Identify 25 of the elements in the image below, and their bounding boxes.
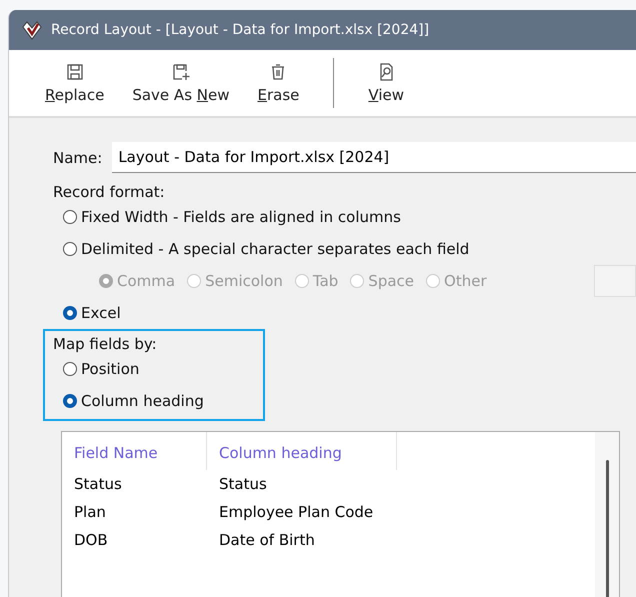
name-field[interactable]: Layout - Data for Import.xlsx [2024] bbox=[112, 142, 636, 173]
radio-button[interactable]: Column heading bbox=[63, 385, 263, 417]
floppy-plus-icon bbox=[170, 62, 191, 82]
radio-button[interactable]: Position bbox=[63, 353, 263, 385]
toolbar-button[interactable]: Erase bbox=[244, 50, 314, 116]
radio-button[interactable]: Delimited - A special character separates each field bbox=[63, 233, 636, 265]
window-title: Record Layout - [Layout - Data for Import.xlsx [2024]] bbox=[51, 22, 430, 38]
app-logo-icon bbox=[21, 19, 43, 41]
radio-button[interactable]: Excel bbox=[63, 297, 636, 329]
table-cell-text: Employee Plan Code bbox=[218, 502, 374, 523]
column-header[interactable]: Field Name bbox=[62, 432, 207, 470]
radio-button[interactable]: Fixed Width - Fields are aligned in columns bbox=[63, 201, 636, 233]
table-cell-text: Date of Birth bbox=[218, 530, 316, 551]
toolbar-button[interactable]: Replace bbox=[31, 50, 118, 116]
scrollbar-thumb[interactable] bbox=[606, 460, 608, 597]
column-header[interactable]: Column heading bbox=[207, 432, 397, 470]
section-label: Record format: bbox=[53, 183, 166, 201]
section-label: Map fields by: bbox=[53, 335, 158, 353]
toolbar-button[interactable]: Save As New bbox=[118, 50, 244, 116]
toolbar-button[interactable]: View bbox=[354, 50, 418, 116]
table-cell-text: DOB bbox=[73, 530, 109, 551]
table-cell-text: Plan bbox=[73, 502, 107, 523]
table-cell-text: Status bbox=[218, 474, 268, 495]
name-label: Name: bbox=[53, 148, 102, 166]
table-cell-text: Status bbox=[73, 474, 123, 495]
